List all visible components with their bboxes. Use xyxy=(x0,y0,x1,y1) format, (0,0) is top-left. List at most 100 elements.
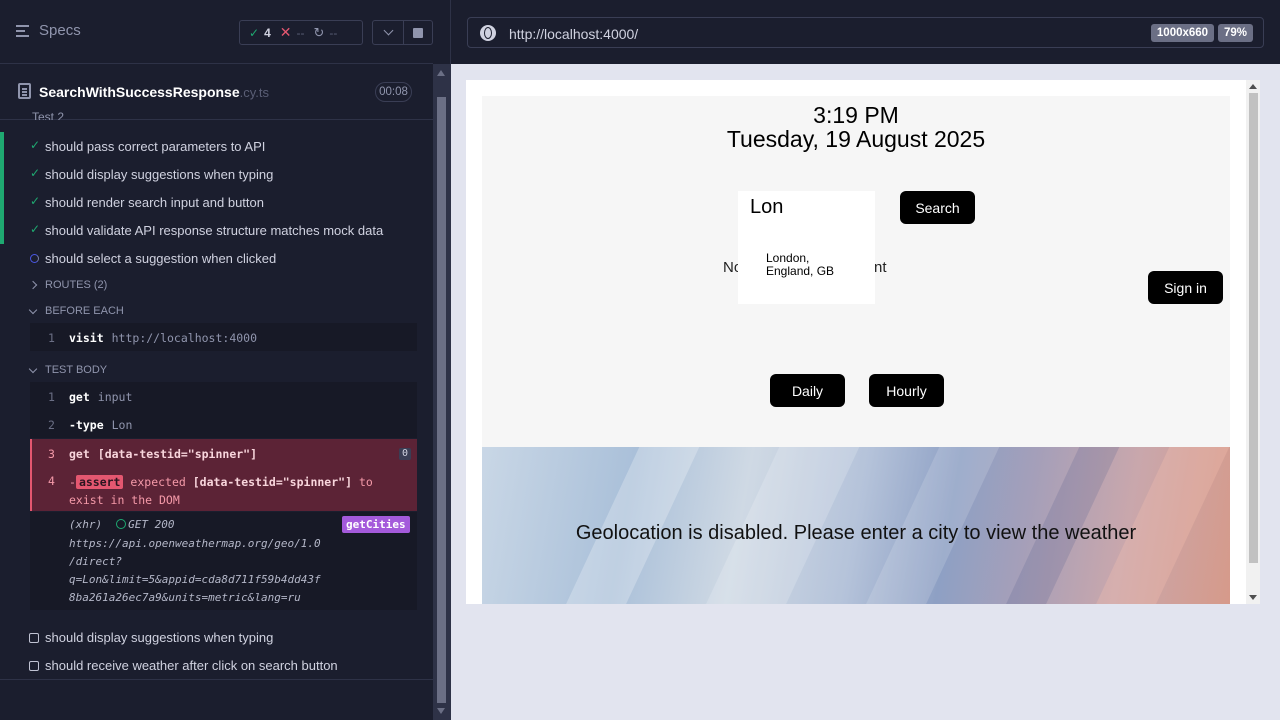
test-row-running[interactable]: should select a suggestion when clicked xyxy=(0,244,433,272)
command-number: 2 xyxy=(48,418,55,432)
pass-indicator xyxy=(0,188,4,216)
globe-icon xyxy=(480,25,496,41)
routes-section-toggle[interactable]: ROUTES (2) xyxy=(28,279,107,291)
daily-button[interactable]: Daily xyxy=(770,374,845,407)
command-get[interactable]: 1 get input xyxy=(30,382,417,410)
pending-box-icon xyxy=(29,633,39,643)
command-arg: [data-testid="spinner"] xyxy=(97,447,258,461)
check-icon: ✓ xyxy=(30,194,41,208)
command-type[interactable]: 2 -type Lon xyxy=(30,410,417,438)
current-time: 3:19 PM xyxy=(813,102,899,128)
search-button[interactable]: Search xyxy=(900,191,975,224)
pass-indicator xyxy=(0,216,4,244)
command-name: get xyxy=(69,390,90,404)
suggestion-item[interactable]: London, England, GB xyxy=(766,252,834,278)
check-icon: ✓ xyxy=(30,138,41,152)
xhr-url-line: 8ba261a26ec7a9&units=metric&lang=ru xyxy=(69,591,301,604)
check-icon: ✓ xyxy=(249,25,260,40)
scroll-down-icon[interactable] xyxy=(1249,595,1257,600)
app-under-test-frame: 3:19 PM Tuesday, 19 August 2025 Noment S… xyxy=(466,80,1260,604)
alias-badge[interactable]: getCities xyxy=(342,516,410,533)
test-title: should validate API response structure m… xyxy=(45,223,384,238)
test-body-label: TEST BODY xyxy=(45,364,108,376)
command-name: get xyxy=(69,447,90,461)
test-title: should render search input and button xyxy=(45,195,264,210)
test-row-pending[interactable]: should display suggestions when typing xyxy=(0,623,433,651)
pending-box-icon xyxy=(29,661,39,671)
failed-count: -- xyxy=(296,25,305,40)
scroll-up-icon[interactable] xyxy=(1249,84,1257,89)
test-title: should display suggestions when typing xyxy=(45,167,274,182)
command-name: visit xyxy=(69,331,104,345)
app-preview-panel: http://localhost:4000/ 1000x660 79% 3:19… xyxy=(451,0,1280,720)
xhr-url-line: https://api.openweathermap.org/geo/1.0 xyxy=(69,537,321,550)
specs-label: Specs xyxy=(39,22,81,39)
passed-stat: ✓ 4 xyxy=(249,26,271,40)
current-date: Tuesday, 19 August 2025 xyxy=(726,126,986,152)
weather-app: 3:19 PM Tuesday, 19 August 2025 Noment S… xyxy=(482,96,1230,604)
scrollbar-thumb[interactable] xyxy=(437,97,446,703)
test-row[interactable]: ✓ should display suggestions when typing xyxy=(0,160,433,188)
test-title: should pass correct parameters to API xyxy=(45,139,266,154)
command-arg: http://localhost:4000 xyxy=(111,331,258,345)
assert-message: - assert expected [data-testid="spinner"]… xyxy=(69,475,373,507)
running-spinner-icon xyxy=(30,254,39,263)
xhr-log-entry[interactable]: (xhr) GET 200 getCities https://api.openw… xyxy=(30,512,417,610)
suite-title[interactable]: Test 2 xyxy=(32,111,64,120)
before-each-section-toggle[interactable]: BEFORE EACH xyxy=(28,305,124,317)
viewport-size-badge[interactable]: 1000x660 xyxy=(1151,24,1214,42)
pending-spinner-icon: ↻ xyxy=(313,24,325,40)
status-circle-icon xyxy=(116,519,127,529)
command-arg: Lon xyxy=(111,418,133,432)
command-visit[interactable]: 1 visit http://localhost:4000 xyxy=(30,323,417,351)
file-icon xyxy=(18,83,31,99)
zoom-badge[interactable]: 79% xyxy=(1218,24,1253,42)
stop-button[interactable] xyxy=(403,20,433,45)
weather-banner: Geolocation is disabled. Please enter a … xyxy=(482,447,1230,604)
x-icon: ✕ xyxy=(279,24,292,40)
command-number: 1 xyxy=(48,390,55,404)
test-row[interactable]: ✓ should validate API response structure… xyxy=(0,216,433,244)
chevron-down-icon xyxy=(28,364,38,373)
passed-count: 4 xyxy=(264,25,271,40)
test-row[interactable]: ✓ should pass correct parameters to API xyxy=(0,132,433,160)
reporter-scrollbar[interactable] xyxy=(433,64,450,720)
scrollbar-thumb[interactable] xyxy=(1249,93,1258,563)
element-count-badge: 0 xyxy=(398,448,411,460)
xhr-url-line: q=Lon&limit=5&appid=cda8d711f59b4dd43f xyxy=(69,573,321,586)
scroll-up-icon[interactable] xyxy=(437,70,445,76)
chevron-down-icon xyxy=(383,25,393,36)
preview-header: http://localhost:4000/ 1000x660 79% xyxy=(451,0,1280,64)
suggestions-dropdown: London, England, GB xyxy=(738,224,875,304)
test-row-pending[interactable]: should receive weather after click on se… xyxy=(0,651,433,679)
scroll-down-icon[interactable] xyxy=(437,708,445,714)
assert-badge: assert xyxy=(75,475,124,489)
spec-header: SearchWithSuccessResponse.cy.ts 00:08 xyxy=(0,64,433,120)
test-row[interactable]: ✓ should render search input and button xyxy=(0,188,433,216)
city-search-input[interactable] xyxy=(738,191,875,224)
test-stats: ✓ 4 ✕ -- ↻ -- xyxy=(239,20,363,45)
sign-in-button[interactable]: Sign in xyxy=(1148,271,1223,304)
pass-indicator xyxy=(0,160,4,188)
test-title: should receive weather after click on se… xyxy=(45,658,338,673)
command-failed-group[interactable]: 3 get [data-testid="spinner"] 0 4 - assert… xyxy=(30,439,417,511)
command-log-panel: Specs ✓ 4 ✕ -- ↻ -- SearchWithSuccessRes… xyxy=(0,0,450,720)
url-bar[interactable]: http://localhost:4000/ 1000x660 79% xyxy=(467,17,1264,48)
specs-toggle-button[interactable]: Specs xyxy=(16,22,81,39)
stop-icon xyxy=(413,27,423,38)
spec-name[interactable]: SearchWithSuccessResponse.cy.ts xyxy=(39,84,269,100)
command-number: 3 xyxy=(48,447,55,461)
app-scrollbar[interactable] xyxy=(1246,80,1260,604)
check-icon: ✓ xyxy=(30,166,41,180)
command-name: -type xyxy=(69,418,104,432)
xhr-kind: (xhr) xyxy=(69,518,103,531)
divider xyxy=(0,679,433,680)
test-body-section-toggle[interactable]: TEST BODY xyxy=(28,364,108,376)
hourly-button[interactable]: Hourly xyxy=(869,374,944,407)
chevron-down-icon xyxy=(28,305,38,314)
test-title: should select a suggestion when clicked xyxy=(45,251,277,266)
test-title: should display suggestions when typing xyxy=(45,630,274,645)
xhr-url-line: /direct? xyxy=(69,555,122,568)
collapse-button[interactable] xyxy=(372,20,404,45)
spec-extension: .cy.ts xyxy=(239,85,269,100)
